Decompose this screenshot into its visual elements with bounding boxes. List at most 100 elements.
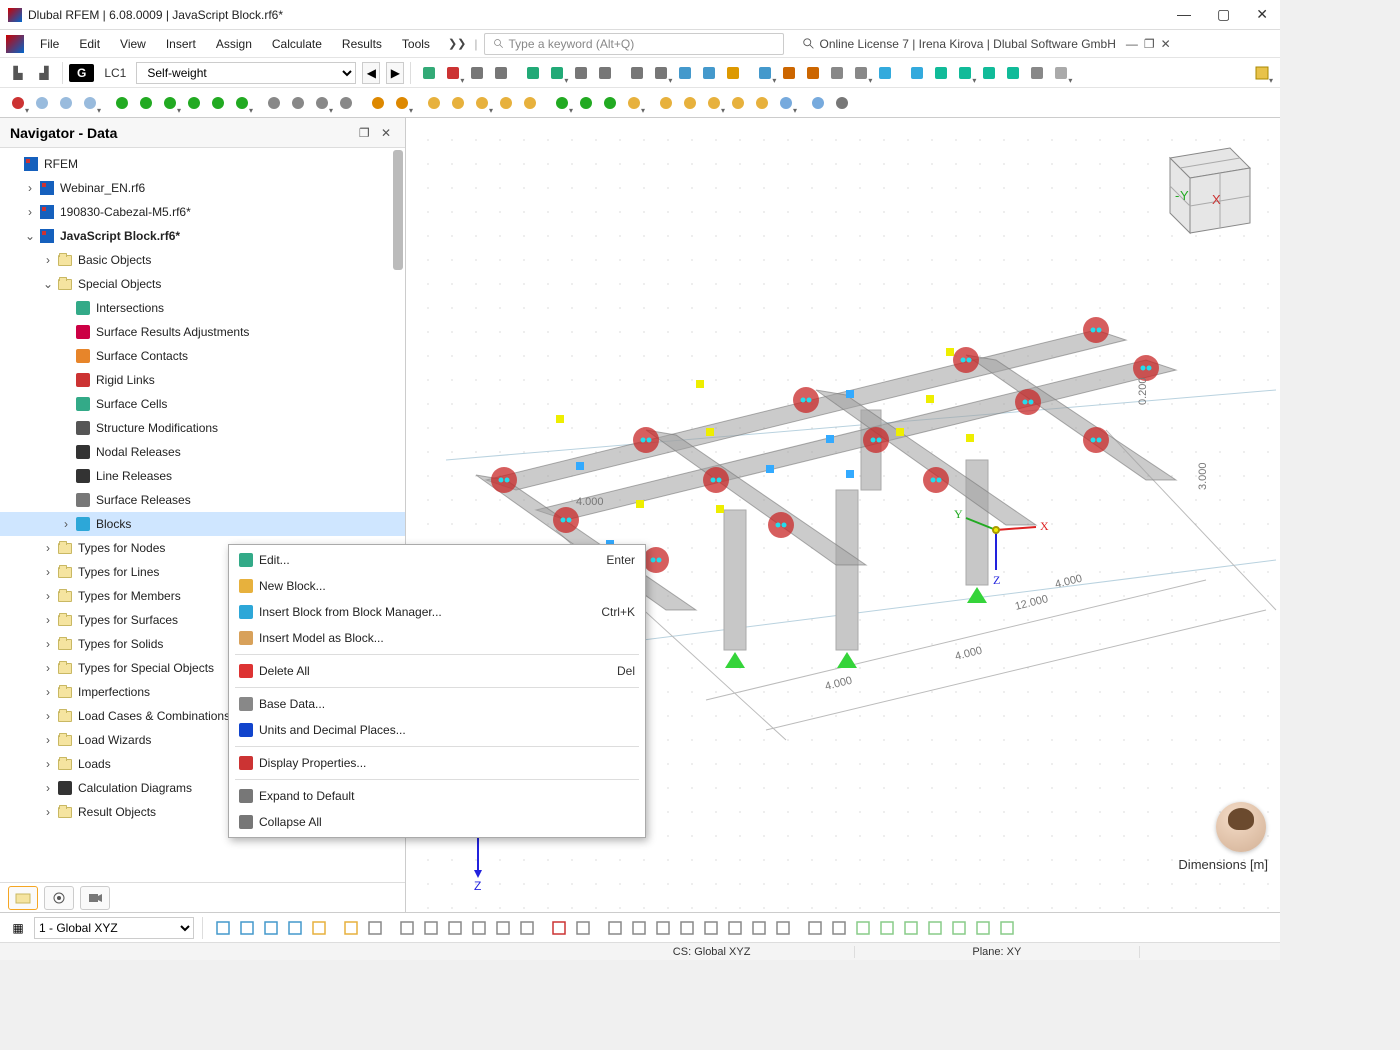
- context-menu-item[interactable]: Units and Decimal Places...: [229, 717, 645, 743]
- toolbar-icon[interactable]: [54, 91, 78, 115]
- toolbar-icon[interactable]: ▦: [6, 917, 30, 939]
- menu-overflow-icon[interactable]: ❯❯: [442, 37, 472, 50]
- menu-edit[interactable]: Edit: [69, 33, 110, 55]
- toolbar-icon[interactable]: [206, 91, 230, 115]
- toolbar-icon[interactable]: [649, 61, 673, 85]
- toolbar-icon[interactable]: [977, 61, 1001, 85]
- doc-restore-button[interactable]: ❐: [1144, 37, 1155, 51]
- toolbar-icon[interactable]: [726, 91, 750, 115]
- tree-root[interactable]: RFEM: [0, 152, 405, 176]
- tree-item[interactable]: Surface Releases: [0, 488, 405, 512]
- toolbar-icon[interactable]: [134, 91, 158, 115]
- toolbar-icon[interactable]: [441, 61, 465, 85]
- toolbar-icon[interactable]: [515, 917, 539, 939]
- toolbar-icon[interactable]: [825, 61, 849, 85]
- toolbar-icon[interactable]: [339, 917, 363, 939]
- tree-item[interactable]: ›Webinar_EN.rf6: [0, 176, 405, 200]
- toolbar-icon[interactable]: [827, 917, 851, 939]
- tree-item[interactable]: ›190830-Cabezal-M5.rf6*: [0, 200, 405, 224]
- toolbar-icon[interactable]: [1001, 61, 1025, 85]
- toolbar-icon[interactable]: [830, 91, 854, 115]
- toolbar-icon[interactable]: [806, 91, 830, 115]
- toolbar-icon[interactable]: [30, 91, 54, 115]
- toolbar-icon[interactable]: [110, 91, 134, 115]
- toolbar-icon[interactable]: [235, 917, 259, 939]
- nav-tab-video-icon[interactable]: [80, 886, 110, 910]
- menu-calculate[interactable]: Calculate: [262, 33, 332, 55]
- tree-item[interactable]: Surface Contacts: [0, 344, 405, 368]
- toolbar-icon[interactable]: [283, 917, 307, 939]
- tree-item[interactable]: Intersections: [0, 296, 405, 320]
- toolbar-icon[interactable]: [259, 917, 283, 939]
- menu-file[interactable]: File: [30, 33, 69, 55]
- toolbar-icon[interactable]: [723, 917, 747, 939]
- toolbar-icon[interactable]: [1025, 61, 1049, 85]
- toolbar-icon[interactable]: [803, 917, 827, 939]
- toolbar-icon[interactable]: [875, 917, 899, 939]
- toolbar-icon[interactable]: [417, 61, 441, 85]
- toolbar-icon[interactable]: [995, 917, 1019, 939]
- toolbar-icon[interactable]: [771, 917, 795, 939]
- toolbar-icon[interactable]: [753, 61, 777, 85]
- context-menu-item[interactable]: Base Data...: [229, 691, 645, 717]
- toolbar-icon[interactable]: [625, 61, 649, 85]
- toolbar-icon[interactable]: [953, 61, 977, 85]
- context-menu-item[interactable]: Display Properties...: [229, 750, 645, 776]
- tree-item-blocks[interactable]: ›Blocks: [0, 512, 405, 536]
- toolbar-icon[interactable]: [774, 91, 798, 115]
- tree-item[interactable]: Nodal Releases: [0, 440, 405, 464]
- tree-active-file[interactable]: ⌄JavaScript Block.rf6*: [0, 224, 405, 248]
- toolbar-icon[interactable]: [651, 917, 675, 939]
- toolbar-icon[interactable]: [905, 61, 929, 85]
- toolbar-icon[interactable]: [262, 91, 286, 115]
- loadcase-category-badge[interactable]: G: [69, 64, 94, 82]
- tree-item[interactable]: Line Releases: [0, 464, 405, 488]
- toolbar-icon[interactable]: [777, 61, 801, 85]
- toolbar-icon[interactable]: [603, 917, 627, 939]
- toolbar-icon[interactable]: [422, 91, 446, 115]
- toolbar-icon[interactable]: [366, 91, 390, 115]
- loadcase-select[interactable]: Self-weight: [136, 62, 356, 84]
- toolbar-icon[interactable]: ▙: [6, 61, 30, 85]
- toolbar-icon[interactable]: [923, 917, 947, 939]
- toolbar-icon[interactable]: [899, 917, 923, 939]
- toolbar-icon[interactable]: [675, 917, 699, 939]
- context-menu-item[interactable]: Edit...Enter: [229, 547, 645, 573]
- toolbar-icon[interactable]: [673, 61, 697, 85]
- toolbar-icon[interactable]: [849, 61, 873, 85]
- toolbar-icon[interactable]: [467, 917, 491, 939]
- nav-tab-display[interactable]: [44, 886, 74, 910]
- toolbar-icon[interactable]: [310, 91, 334, 115]
- nav-tab-data[interactable]: [8, 886, 38, 910]
- toolbar-icon[interactable]: [419, 917, 443, 939]
- toolbar-icon[interactable]: [182, 91, 206, 115]
- toolbar-icon[interactable]: [593, 61, 617, 85]
- tree-item[interactable]: ›Basic Objects: [0, 248, 405, 272]
- context-menu-item[interactable]: Delete AllDel: [229, 658, 645, 684]
- tree-item[interactable]: Rigid Links: [0, 368, 405, 392]
- tree-item[interactable]: ⌄Special Objects: [0, 272, 405, 296]
- context-menu-item[interactable]: Collapse All: [229, 809, 645, 835]
- context-menu-item[interactable]: Insert Block from Block Manager...Ctrl+K: [229, 599, 645, 625]
- context-menu-item[interactable]: Insert Model as Block...: [229, 625, 645, 651]
- menu-tools[interactable]: Tools: [392, 33, 440, 55]
- toolbar-icon[interactable]: [947, 917, 971, 939]
- window-close-button[interactable]: ✕: [1252, 6, 1272, 23]
- toolbar-icon[interactable]: [334, 91, 358, 115]
- loadcase-next-button[interactable]: ▶: [386, 62, 404, 84]
- toolbar-icon[interactable]: [747, 917, 771, 939]
- menu-assign[interactable]: Assign: [206, 33, 262, 55]
- toolbar-icon[interactable]: [489, 61, 513, 85]
- window-minimize-button[interactable]: —: [1173, 6, 1195, 23]
- loadcase-prev-button[interactable]: ◀: [362, 62, 380, 84]
- toolbar-icon[interactable]: [678, 91, 702, 115]
- toolbar-icon[interactable]: [363, 917, 387, 939]
- toolbar-icon[interactable]: [750, 91, 774, 115]
- tree-item[interactable]: Structure Modifications: [0, 416, 405, 440]
- toolbar-icon[interactable]: [627, 917, 651, 939]
- toolbar-icon[interactable]: [569, 61, 593, 85]
- toolbar-icon[interactable]: [622, 91, 646, 115]
- toolbar-icon[interactable]: [286, 91, 310, 115]
- coordinate-system-select[interactable]: 1 - Global XYZ: [34, 917, 194, 939]
- toolbar-icon[interactable]: [697, 61, 721, 85]
